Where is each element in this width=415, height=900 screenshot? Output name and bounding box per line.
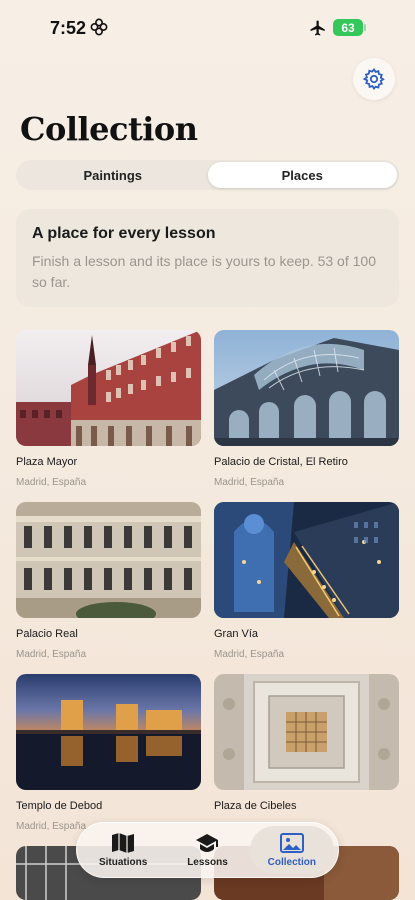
status-bar: 7:52 63 <box>0 0 415 56</box>
place-name: Templo de Debod <box>16 800 103 812</box>
place-name: Plaza Mayor <box>16 456 78 468</box>
place-location: Madrid, España <box>214 477 285 488</box>
tab-situations[interactable]: Situations <box>81 826 165 874</box>
place-card[interactable]: Plaza de Cibeles <box>214 674 399 821</box>
place-name: Plaza de Cibeles <box>214 800 297 812</box>
tab-collection[interactable]: Collection <box>249 826 334 874</box>
map-icon <box>112 833 135 854</box>
flower-icon <box>90 18 108 36</box>
place-location: Madrid, España <box>16 477 87 488</box>
segment-places[interactable]: Places <box>207 162 397 188</box>
gear-icon <box>362 68 385 90</box>
battery-indicator: 63 <box>333 19 366 36</box>
info-title: A place for every lesson <box>32 225 216 242</box>
photo-icon <box>279 833 304 853</box>
tab-bar: Situations Lessons Collection <box>76 822 339 878</box>
place-name: Palacio de Cristal, El Retiro <box>214 456 348 468</box>
place-card[interactable]: Palacio de Cristal, El Retiro Madrid, Es… <box>214 330 399 488</box>
place-image <box>214 330 399 446</box>
place-image <box>16 502 201 618</box>
place-image <box>214 502 399 618</box>
place-image <box>16 330 201 446</box>
place-image <box>214 674 399 790</box>
graduation-cap-icon <box>196 834 219 852</box>
tab-label: Collection <box>267 857 316 868</box>
place-card[interactable]: Gran Vía Madrid, España <box>214 502 399 660</box>
segment-paintings[interactable]: Paintings <box>18 162 208 188</box>
info-card: A place for every lesson Finish a lesson… <box>16 209 399 307</box>
place-name: Gran Vía <box>214 628 259 640</box>
place-card[interactable]: Plaza Mayor Madrid, España <box>16 330 201 488</box>
battery-level: 63 <box>341 20 355 35</box>
place-card[interactable]: Palacio Real Madrid, España <box>16 502 201 660</box>
settings-button[interactable] <box>353 58 395 100</box>
place-location: Madrid, España <box>214 649 285 660</box>
airplane-mode-icon <box>310 20 325 36</box>
place-name: Palacio Real <box>16 628 78 640</box>
segmented-control: Paintings Places <box>16 160 399 190</box>
tab-label: Lessons <box>187 857 228 868</box>
page-title: Collection <box>20 110 198 148</box>
tab-label: Situations <box>98 857 148 868</box>
place-location: Madrid, España <box>16 649 87 660</box>
info-text: Finish a lesson and its place is yours t… <box>32 253 376 290</box>
place-image <box>16 674 201 790</box>
status-time: 7:52 <box>50 18 87 38</box>
tab-lessons[interactable]: Lessons <box>165 826 249 874</box>
place-card[interactable]: Templo de Debod Madrid, España <box>16 674 201 832</box>
